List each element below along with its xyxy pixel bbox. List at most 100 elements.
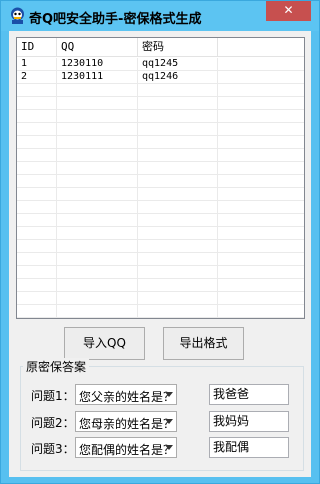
table-cell — [57, 188, 138, 201]
question-1-label: 问题1： — [31, 389, 75, 403]
table-cell — [218, 71, 304, 84]
table-cell — [218, 305, 304, 318]
table-cell — [17, 175, 57, 188]
window-title: 奇Q吧安全助手-密保格式生成 — [29, 12, 202, 27]
table-cell: qq1246 — [138, 71, 218, 84]
table-cell — [57, 266, 138, 279]
table-cell — [57, 240, 138, 253]
chevron-down-icon[interactable] — [165, 392, 173, 397]
empty-row — [17, 240, 304, 253]
table-cell — [218, 175, 304, 188]
empty-row — [17, 266, 304, 279]
export-format-button[interactable]: 导出格式 — [163, 327, 244, 360]
table-cell — [218, 162, 304, 175]
table-cell — [138, 214, 218, 227]
table-cell — [138, 201, 218, 214]
table-cell — [218, 227, 304, 240]
table-cell — [17, 84, 57, 97]
table-cell — [218, 292, 304, 305]
table-row[interactable]: 2 1230111 qq1246 — [17, 71, 304, 84]
table-cell — [17, 123, 57, 136]
empty-row — [17, 84, 304, 97]
table-cell — [57, 201, 138, 214]
table-cell — [57, 84, 138, 97]
table-cell — [218, 214, 304, 227]
column-header-password[interactable]: 密码 — [138, 38, 218, 57]
question-2-select[interactable]: 您母亲的姓名是？ — [75, 411, 177, 432]
empty-row — [17, 214, 304, 227]
table-cell — [218, 279, 304, 292]
table-cell — [17, 305, 57, 318]
table-cell — [138, 266, 218, 279]
table-cell — [138, 253, 218, 266]
table-cell — [218, 110, 304, 123]
import-qq-button[interactable]: 导入QQ — [64, 327, 145, 360]
table-cell — [138, 136, 218, 149]
empty-row — [17, 123, 304, 136]
table-cell — [57, 292, 138, 305]
list-header: ID QQ 密码 — [17, 38, 304, 57]
group-title: 原密保答案 — [23, 358, 90, 375]
table-cell — [57, 97, 138, 110]
answer-1-field[interactable]: 我爸爸 — [209, 384, 289, 405]
table-cell — [17, 149, 57, 162]
table-cell — [218, 266, 304, 279]
column-header-id[interactable]: ID — [17, 38, 57, 57]
question-3-select[interactable]: 您配偶的姓名是？ — [75, 437, 177, 458]
table-cell — [138, 175, 218, 188]
table-cell — [138, 305, 218, 318]
chevron-down-icon[interactable] — [165, 419, 173, 424]
answer-3-field[interactable]: 我配偶 — [209, 437, 289, 458]
empty-row — [17, 201, 304, 214]
table-cell — [17, 240, 57, 253]
table-cell — [17, 201, 57, 214]
table-cell — [218, 136, 304, 149]
app-logo-icon — [11, 7, 24, 24]
empty-row — [17, 175, 304, 188]
answer-2-field[interactable]: 我妈妈 — [209, 411, 289, 432]
table-cell — [17, 162, 57, 175]
table-cell — [218, 123, 304, 136]
table-cell — [57, 175, 138, 188]
table-cell — [218, 149, 304, 162]
table-cell — [17, 188, 57, 201]
close-button[interactable]: ✕ — [266, 1, 311, 21]
chevron-down-icon[interactable] — [165, 445, 173, 450]
table-cell — [57, 305, 138, 318]
table-cell — [138, 149, 218, 162]
client-area: ID QQ 密码 1 1230110 qq1245 2 1230111 qq1246 导入… — [9, 31, 311, 477]
table-cell: 1230111 — [57, 71, 138, 84]
empty-row — [17, 188, 304, 201]
table-cell — [218, 58, 304, 71]
table-cell — [17, 292, 57, 305]
table-cell — [218, 97, 304, 110]
close-icon: ✕ — [283, 3, 294, 17]
table-cell: 1 — [17, 58, 57, 71]
empty-row — [17, 136, 304, 149]
table-cell — [138, 292, 218, 305]
table-cell — [17, 279, 57, 292]
table-cell — [17, 136, 57, 149]
question-3-selected: 您配偶的姓名是？ — [79, 443, 176, 457]
table-cell — [57, 279, 138, 292]
table-cell — [17, 97, 57, 110]
table-cell — [17, 253, 57, 266]
table-cell — [17, 110, 57, 123]
title-bar[interactable]: 奇Q吧安全助手-密保格式生成 ✕ — [1, 1, 319, 31]
empty-row — [17, 305, 304, 318]
question-1-select[interactable]: 您父亲的姓名是？ — [75, 384, 177, 405]
table-row[interactable]: 1 1230110 qq1245 — [17, 58, 304, 71]
question-3-label: 问题3： — [31, 442, 75, 456]
table-cell — [218, 188, 304, 201]
column-header-qq[interactable]: QQ — [57, 38, 138, 57]
account-list[interactable]: ID QQ 密码 1 1230110 qq1245 2 1230111 qq1246 — [16, 37, 305, 319]
table-cell — [138, 97, 218, 110]
table-cell — [138, 110, 218, 123]
table-cell — [57, 123, 138, 136]
table-cell — [138, 227, 218, 240]
table-cell — [57, 110, 138, 123]
table-cell — [17, 214, 57, 227]
table-cell — [218, 253, 304, 266]
empty-row — [17, 279, 304, 292]
table-cell — [138, 279, 218, 292]
